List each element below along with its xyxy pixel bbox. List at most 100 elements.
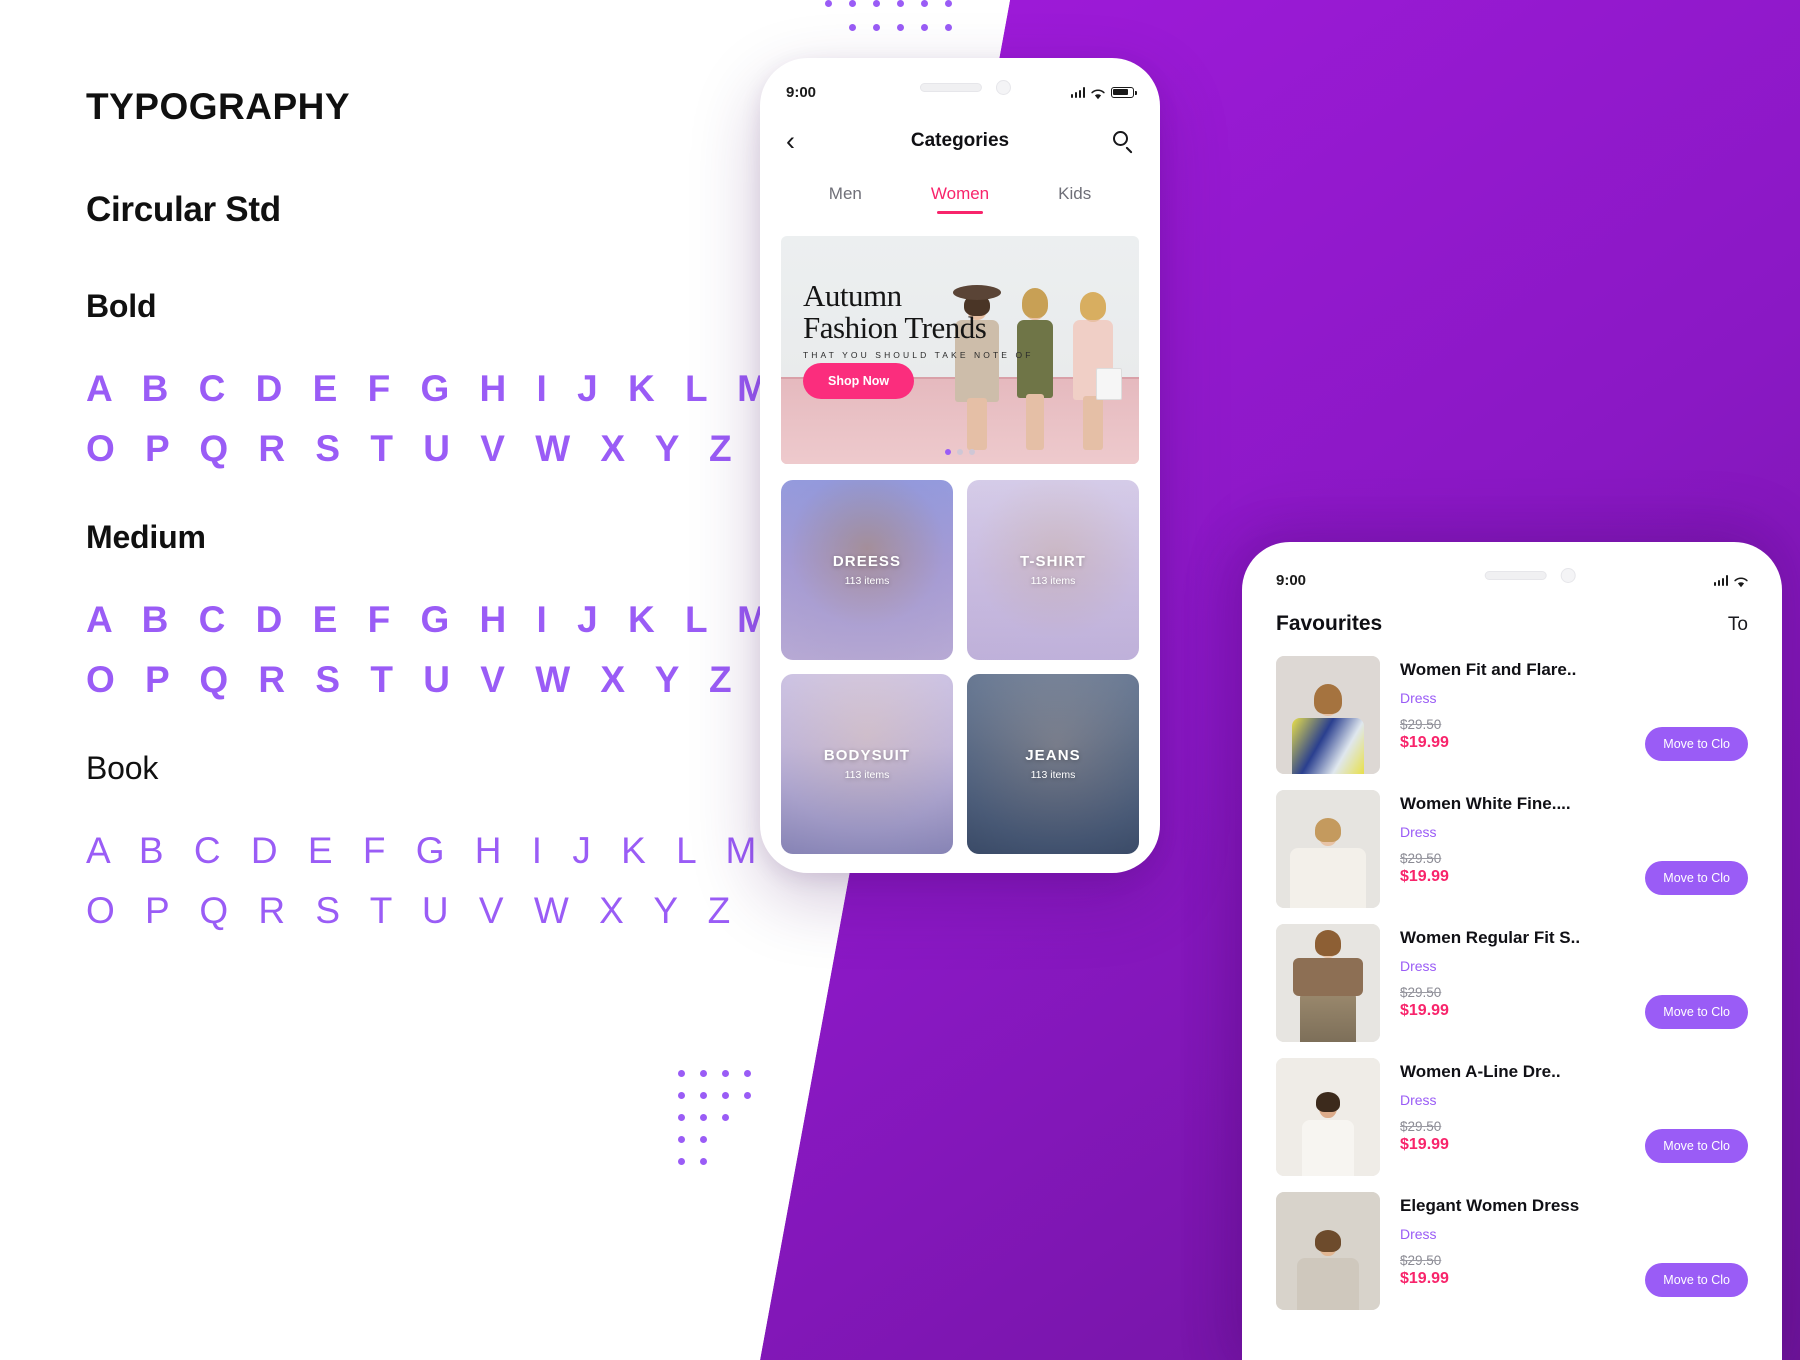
signal-bars-icon [1713,574,1728,586]
thumb-hair [1314,684,1342,714]
alphabet-row-medium-2: O P Q R S T U V W X Y Z [86,658,742,700]
decorative-dot [897,24,904,31]
category-card-jeans[interactable]: JEANS 113 items [967,674,1139,854]
thumb-hair [1316,1092,1340,1112]
product-old-price: $29.50 [1400,1119,1442,1134]
promo-banner[interactable]: Autumn Fashion Trends THAT YOU SHOULD TA… [781,236,1139,464]
category-count: 113 items [1030,575,1076,587]
page-title: TYPOGRAPHY [86,86,351,127]
decorative-dot [700,1136,707,1143]
category-card-dreess[interactable]: DREESS 113 items [781,480,953,660]
weight-block-bold: Bold A B C D E F G H I J K L M N O P Q R… [86,288,825,479]
tab-women[interactable]: Women [903,184,1018,214]
weight-label-bold: Bold [86,288,157,324]
product-old-price: $29.50 [1400,985,1442,1000]
list-item[interactable]: Women Regular Fit S.. Dress $29.50 $19.9… [1276,924,1748,1058]
list-item[interactable]: Women A-Line Dre.. Dress $29.50 $19.99 M… [1276,1058,1748,1192]
model-c-legs [1083,396,1104,450]
chevron-left-icon[interactable]: ‹ [786,127,795,155]
battery-icon [1111,86,1137,98]
product-info: Elegant Women Dress Dress $29.50 $19.99 [1400,1192,1625,1288]
list-item[interactable]: Women White Fine.... Dress $29.50 $19.99… [1276,790,1748,924]
category-label-bodysuit: BODYSUIT 113 items [781,747,953,781]
alphabet-row-bold-2: O P Q R S T U V W X Y Z [86,427,742,469]
font-family-name: Circular Std [86,190,281,229]
decorative-dot [722,1092,729,1099]
product-name: Women A-Line Dre.. [1400,1062,1561,1081]
thumb-hair [1315,1230,1341,1252]
category-count: 113 items [1030,769,1076,781]
thumb-hair [1315,818,1341,842]
weight-block-book: Book A B C D E F G H I J K L M N O P Q R… [86,750,824,941]
list-item[interactable]: Women Fit and Flare.. Dress $29.50 $19.9… [1276,656,1748,790]
category-tabs: Men Women Kids [760,172,1160,214]
decorative-dot [945,24,952,31]
thumb-hair [1315,930,1341,956]
navigation-bar: ‹ Categories [760,110,1160,172]
camera-icon [995,80,1011,95]
notch-group [919,80,1011,95]
decorative-dot [873,24,880,31]
product-thumbnail [1276,924,1380,1042]
tab-kids[interactable]: Kids [1017,184,1132,214]
product-info: Women White Fine.... Dress $29.50 $19.99 [1400,790,1625,886]
shop-now-button[interactable]: Shop Now [803,363,915,399]
decorative-dot [700,1114,707,1121]
phone-mockup-favourites: 9:00 Favourites To Women Fit and Flare.. [1242,542,1782,1360]
decorative-dot [921,0,928,7]
carousel-dot-3[interactable] [969,449,975,455]
move-to-closet-button[interactable]: Move to Clo [1645,1129,1748,1163]
list-item[interactable]: Elegant Women Dress Dress $29.50 $19.99 … [1276,1192,1748,1326]
dot-pattern-bottom [678,1070,778,1170]
wifi-icon [1091,87,1105,99]
category-card-bodysuit[interactable]: BODYSUIT 113 items [781,674,953,854]
search-icon[interactable] [1113,130,1134,154]
banner-headline-2: Fashion Trends [803,310,987,346]
thumb-garment [1302,1120,1354,1176]
category-label-jeans: JEANS 113 items [967,747,1139,781]
move-to-closet-button[interactable]: Move to Clo [1645,727,1748,761]
screen-title: Categories [910,130,1010,151]
carousel-dot-1[interactable] [945,449,951,455]
move-to-closet-button[interactable]: Move to Clo [1645,995,1748,1029]
product-category: Dress [1400,690,1437,706]
model-c-bag [1096,368,1123,400]
move-to-closet-button[interactable]: Move to Clo [1645,861,1748,895]
decorative-dot [722,1070,729,1077]
category-name: DREESS [832,553,902,570]
decorative-dot [678,1158,685,1165]
decorative-dot [825,0,832,7]
thumb-garment [1290,848,1366,908]
typography-specimen: TYPOGRAPHY Circular Std Bold A B C D E F… [86,86,835,981]
favourites-title: Favourites [1276,612,1383,635]
category-count: 113 items [844,769,890,781]
model-a-legs [967,398,988,450]
favourites-right-tab[interactable]: To [1728,614,1748,636]
decorative-dot [700,1092,707,1099]
category-name: T-SHIRT [1019,553,1087,570]
category-label-tshirt: T-SHIRT 113 items [967,553,1139,587]
product-name: Women Fit and Flare.. [1400,660,1577,679]
model-c-hair [1080,292,1107,320]
banner-subtitle: THAT YOU SHOULD TAKE NOTE OF [803,350,1034,361]
decorative-dot [873,0,880,7]
status-bar-favourites: 9:00 [1242,542,1782,598]
camera-icon [1560,568,1576,583]
product-thumbnail [1276,1192,1380,1310]
decorative-dot [700,1070,707,1077]
weight-block-medium: Medium A B C D E F G H I J K L M N O P Q… [86,519,835,710]
alphabet-row-book-1: A B C D E F G H I J K L M N [86,829,824,871]
model-b-legs [1026,394,1045,450]
product-thumbnail [1276,656,1380,774]
carousel-dot-2[interactable] [957,449,963,455]
banner-headline-1: Autumn [803,278,902,313]
decorative-dot [849,24,856,31]
wifi-icon [1734,575,1748,587]
category-card-tshirt[interactable]: T-SHIRT 113 items [967,480,1139,660]
tab-men[interactable]: Men [788,184,903,214]
model-c [1060,284,1126,456]
move-to-closet-button[interactable]: Move to Clo [1645,1263,1748,1297]
carousel-dots[interactable] [945,449,975,455]
thumb-garment [1300,990,1356,1042]
alphabet-row-medium-1: A B C D E F G H I J K L M N [86,598,835,640]
